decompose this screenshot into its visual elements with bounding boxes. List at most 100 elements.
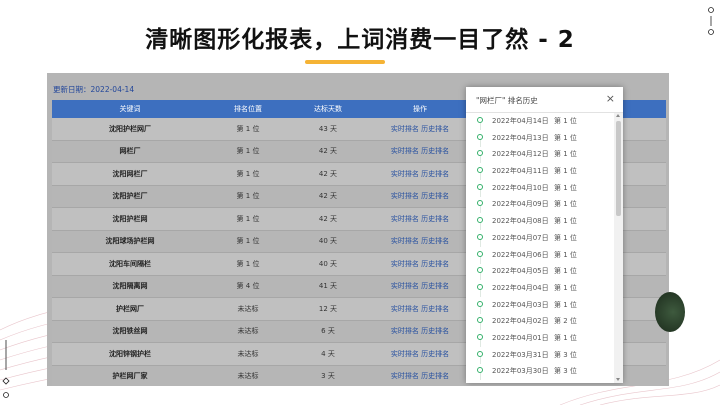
keyword-cell: 沈阳护栏网厂	[52, 118, 208, 141]
history-date: 2022年04月04日	[492, 283, 549, 292]
history-item: 2022年04月12日第 1 位	[466, 146, 614, 164]
keyword-cell: 护栏网厂家	[52, 365, 208, 386]
ops-links[interactable]: 实时排名 历史排名	[368, 207, 472, 231]
title-underline	[305, 60, 385, 64]
history-date: 2022年03月31日	[492, 350, 549, 359]
history-rank: 第 1 位	[554, 283, 577, 292]
days-cell: 40 天	[288, 230, 368, 253]
history-item: 2022年04月11日第 1 位	[466, 163, 614, 181]
days-cell: 42 天	[288, 162, 368, 186]
rank-cell: 未达标	[208, 365, 288, 386]
history-date: 2022年04月06日	[492, 250, 549, 259]
history-rank: 第 1 位	[554, 183, 577, 192]
scroll-thumb[interactable]	[616, 121, 621, 216]
history-item: 2022年04月01日第 1 位	[466, 330, 614, 347]
rank-cell: 第 1 位	[208, 207, 288, 231]
days-cell: 12 天	[288, 297, 368, 321]
rank-cell: 第 1 位	[208, 140, 288, 163]
history-item: 2022年04月02日第 2 位	[466, 313, 614, 331]
history-item: 2022年03月31日第 3 位	[466, 347, 614, 364]
ops-links[interactable]: 实时排名 历史排名	[368, 118, 472, 141]
rank-cell: 第 1 位	[208, 162, 288, 186]
keyword-cell: 网栏厂	[52, 140, 208, 163]
history-date: 2022年04月03日	[492, 300, 549, 309]
column-header-days: 达标天数	[288, 100, 368, 118]
history-rank: 第 1 位	[554, 250, 577, 259]
keyword-cell: 沈阳铁丝网	[52, 320, 208, 343]
days-cell: 6 天	[288, 320, 368, 343]
history-item: 2022年04月04日第 1 位	[466, 280, 614, 297]
rank-cell: 未达标	[208, 320, 288, 343]
ops-links[interactable]: 实时排名 历史排名	[368, 162, 472, 186]
scroll-up-icon[interactable]	[616, 114, 620, 117]
modal-title: "网栏厂" 排名历史	[476, 96, 538, 105]
history-item: 2022年04月03日第 1 位	[466, 297, 614, 314]
history-rank: 第 1 位	[554, 200, 577, 209]
decorative-dots-icon	[2, 340, 10, 398]
ops-links[interactable]: 实时排名 历史排名	[368, 320, 472, 343]
history-rank: 第 3 位	[554, 367, 577, 376]
keyword-cell: 沈阳球场护栏网	[52, 230, 208, 253]
column-header-keyword: 关键词	[52, 100, 208, 118]
keyword-cell: 护栏网厂	[52, 297, 208, 321]
modal-scrollbar[interactable]	[614, 113, 623, 383]
history-item: 2022年04月05日第 1 位	[466, 263, 614, 281]
rank-cell: 第 1 位	[208, 185, 288, 208]
ops-links[interactable]: 实时排名 历史排名	[368, 365, 472, 386]
history-date: 2022年04月01日	[492, 333, 549, 342]
history-date: 2022年04月14日	[492, 117, 549, 125]
history-date: 2022年03月30日	[492, 367, 549, 376]
history-rank: 第 2 位	[554, 317, 577, 326]
history-date: 2022年04月13日	[492, 133, 549, 142]
history-date: 2022年04月02日	[492, 317, 549, 326]
history-rank: 第 1 位	[554, 217, 577, 226]
history-item: 2022年04月07日第 1 位	[466, 230, 614, 247]
ops-links[interactable]: 实时排名 历史排名	[368, 297, 472, 321]
keyword-cell: 沈阳锌钢护栏	[52, 342, 208, 366]
keyword-cell: 沈阳护栏网	[52, 207, 208, 231]
history-rank: 第 1 位	[554, 167, 577, 176]
history-rank: 第 1 位	[554, 300, 577, 309]
history-date: 2022年04月12日	[492, 150, 549, 159]
history-date: 2022年04月09日	[492, 200, 549, 209]
slide-title: 清晰图形化报表，上词消费一目了然 - 2	[145, 27, 575, 53]
history-date: 2022年04月08日	[492, 217, 549, 226]
days-cell: 41 天	[288, 275, 368, 298]
history-date: 2022年04月05日	[492, 267, 549, 276]
history-rank: 第 1 位	[554, 150, 577, 159]
history-item: 2022年04月08日第 1 位	[466, 213, 614, 231]
history-item: 2022年04月14日第 1 位	[466, 113, 614, 130]
scroll-down-icon[interactable]	[616, 378, 620, 381]
days-cell: 42 天	[288, 185, 368, 208]
column-header-rank: 排名位置	[208, 100, 288, 118]
rank-cell: 第 1 位	[208, 118, 288, 141]
history-rank: 第 1 位	[554, 333, 577, 342]
decorative-circle-image	[655, 292, 685, 332]
ops-links[interactable]: 实时排名 历史排名	[368, 185, 472, 208]
keyword-cell: 沈阳隔离网	[52, 275, 208, 298]
rank-cell: 第 4 位	[208, 275, 288, 298]
days-cell: 3 天	[288, 365, 368, 386]
ops-links[interactable]: 实时排名 历史排名	[368, 252, 472, 276]
days-cell: 43 天	[288, 118, 368, 141]
ops-links[interactable]: 实时排名 历史排名	[368, 230, 472, 253]
keyword-cell: 沈阳车间隔栏	[52, 252, 208, 276]
rank-cell: 未达标	[208, 342, 288, 366]
history-item: 2022年03月30日第 3 位	[466, 363, 614, 381]
ops-links[interactable]: 实时排名 历史排名	[368, 342, 472, 366]
close-icon[interactable]: ×	[606, 92, 615, 106]
column-header-ops: 操作	[368, 100, 472, 118]
days-cell: 42 天	[288, 140, 368, 163]
rank-cell: 第 1 位	[208, 252, 288, 276]
days-cell: 42 天	[288, 207, 368, 231]
timeline-connector	[479, 373, 481, 381]
ops-links[interactable]: 实时排名 历史排名	[368, 275, 472, 298]
history-rank: 第 1 位	[554, 267, 577, 276]
history-rank: 第 1 位	[554, 133, 577, 142]
history-date: 2022年04月11日	[492, 167, 549, 176]
days-cell: 4 天	[288, 342, 368, 366]
ops-links[interactable]: 实时排名 历史排名	[368, 140, 472, 163]
rank-history-modal: "网栏厂" 排名历史 × 2022年04月14日第 1 位 2022年04月13日…	[466, 87, 623, 383]
days-cell: 40 天	[288, 252, 368, 276]
modal-header: "网栏厂" 排名历史 ×	[466, 87, 623, 113]
